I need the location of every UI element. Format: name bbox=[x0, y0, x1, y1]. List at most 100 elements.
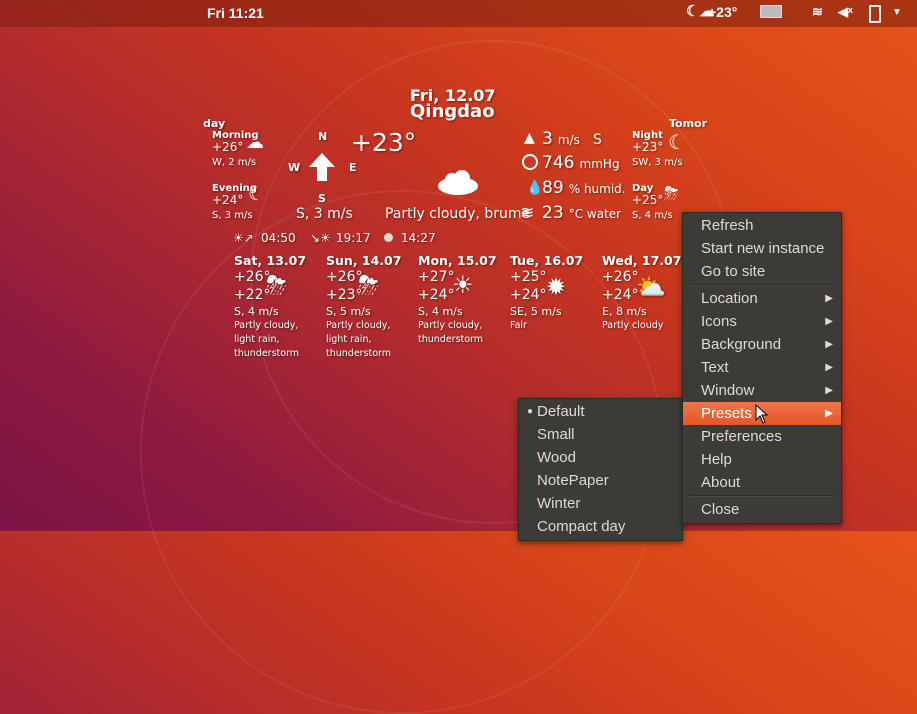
cloud-sun-rain-storm-icon: ⛈ bbox=[266, 271, 287, 301]
today-label: day bbox=[203, 117, 226, 130]
menu-help[interactable]: Help bbox=[683, 448, 841, 471]
submenu-arrow-icon: ▶ bbox=[825, 385, 833, 396]
forecast-cond: thunderstorm bbox=[418, 334, 484, 345]
preset-small[interactable]: Small bbox=[519, 423, 682, 446]
wind-arrow-icon bbox=[309, 153, 335, 185]
wind-dir: S bbox=[593, 132, 602, 148]
water-temp: 23 bbox=[542, 203, 564, 223]
widget-city: Qingdao bbox=[410, 101, 495, 122]
weather-indicator-temp[interactable]: +23° bbox=[708, 4, 737, 20]
moon-cloud-large-icon bbox=[420, 138, 482, 204]
moon-cloud-icon: ☾ bbox=[248, 184, 265, 205]
forecast-wind: S, 5 m/s bbox=[326, 305, 371, 318]
menu-close[interactable]: Close bbox=[683, 498, 841, 521]
compass-w: W bbox=[288, 161, 301, 174]
sun-fog-icon: ☀ bbox=[452, 271, 474, 299]
volume-muted-icon[interactable]: ◀ˣ bbox=[838, 4, 853, 20]
preset-compact-day[interactable]: Compact day bbox=[519, 515, 682, 538]
menu-label: Window bbox=[701, 382, 755, 399]
sunrise-icon: ☀↗ bbox=[233, 231, 254, 245]
menu-icons[interactable]: Icons ▶ bbox=[683, 310, 841, 333]
forecast-cond: Partly cloudy, bbox=[234, 320, 299, 331]
submenu-arrow-icon: ▶ bbox=[825, 316, 833, 327]
day-wind: S, 4 m/s bbox=[632, 210, 673, 221]
humidity: 89 bbox=[542, 178, 564, 198]
menu-label: Preferences bbox=[701, 428, 782, 445]
menu-go-to-site[interactable]: Go to site bbox=[683, 260, 841, 283]
menu-refresh[interactable]: Refresh bbox=[683, 214, 841, 237]
menu-label: About bbox=[701, 474, 741, 491]
menu-location[interactable]: Location ▶ bbox=[683, 287, 841, 310]
menu-label: Start new instance bbox=[701, 240, 825, 257]
preset-wood[interactable]: Wood bbox=[519, 446, 682, 469]
submenu-arrow-icon: ▶ bbox=[825, 408, 833, 419]
humidity-icon: 💧 bbox=[526, 180, 544, 196]
clock[interactable]: Fri 11:21 bbox=[207, 5, 264, 21]
menu-background[interactable]: Background ▶ bbox=[683, 333, 841, 356]
keyboard-icon[interactable] bbox=[760, 5, 782, 18]
menu-label: Location bbox=[701, 290, 758, 307]
pressure-unit: mmHg bbox=[579, 157, 620, 171]
preset-winter[interactable]: Winter bbox=[519, 492, 682, 515]
night-temp: +23° bbox=[632, 140, 664, 154]
clock-icon bbox=[384, 233, 393, 242]
battery-icon[interactable] bbox=[869, 5, 881, 23]
top-panel: Fri 11:21 ☾☁ +23° ≋ ◀ˣ ▼ bbox=[0, 0, 917, 27]
sunrise-time: 04:50 bbox=[261, 231, 296, 245]
preset-label: Default bbox=[537, 403, 585, 420]
evening-wind: S, 3 m/s bbox=[212, 210, 253, 221]
condition-text: Partly cloudy, brume bbox=[385, 206, 531, 222]
menu-preferences[interactable]: Preferences bbox=[683, 425, 841, 448]
forecast-date: Sun, 14.07 bbox=[326, 253, 402, 268]
forecast-cond: Partly cloudy, bbox=[326, 320, 391, 331]
morning-wind: W, 2 m/s bbox=[212, 157, 257, 168]
menu-window[interactable]: Window ▶ bbox=[683, 379, 841, 402]
cloud-sun-rain-storm-icon: ⛈ bbox=[358, 271, 379, 301]
forecast-wind: E, 8 m/s bbox=[602, 305, 647, 318]
preset-label: NotePaper bbox=[537, 472, 609, 489]
forecast-date: Sat, 13.07 bbox=[234, 253, 307, 268]
sun-cloud-icon: ⛅ bbox=[636, 273, 666, 301]
menu-start-new-instance[interactable]: Start new instance bbox=[683, 237, 841, 260]
day-temp: +25° bbox=[632, 193, 664, 207]
forecast-day: Sun, 14.07 +26° +23° S, 5 m/s Partly clo… bbox=[326, 253, 418, 360]
menu-label: Help bbox=[701, 451, 732, 468]
sun-icon: ✹ bbox=[546, 273, 567, 301]
menu-about[interactable]: About bbox=[683, 471, 841, 494]
water-row: 23 °C water bbox=[542, 203, 621, 223]
current-temp: +23° bbox=[351, 128, 417, 157]
preset-label: Winter bbox=[537, 495, 581, 512]
mouse-cursor-icon bbox=[755, 403, 769, 428]
tomorrow-label: Tomor bbox=[669, 117, 708, 130]
menu-label: Background bbox=[701, 336, 782, 353]
forecast-date: Mon, 15.07 bbox=[418, 253, 497, 268]
menu-separator bbox=[689, 284, 835, 286]
submenu-arrow-icon: ▶ bbox=[825, 362, 833, 373]
menu-label: Refresh bbox=[701, 217, 754, 234]
wind-speed-row: 3 m/s S bbox=[542, 129, 602, 149]
humidity-row: 89 % humid. bbox=[542, 178, 626, 198]
pressure-icon bbox=[522, 154, 538, 170]
preset-default[interactable]: ● Default bbox=[519, 400, 682, 423]
forecast-wind: S, 4 m/s bbox=[418, 305, 463, 318]
menu-label: Close bbox=[701, 501, 740, 518]
preset-notepaper[interactable]: NotePaper bbox=[519, 469, 682, 492]
menu-text[interactable]: Text ▶ bbox=[683, 356, 841, 379]
forecast-cond: thunderstorm bbox=[326, 348, 392, 359]
pressure-row: 746 mmHg bbox=[542, 153, 620, 173]
selected-bullet-icon: ● bbox=[527, 406, 534, 417]
forecast-cond: thunderstorm bbox=[234, 348, 300, 359]
pressure: 746 bbox=[542, 153, 575, 173]
wind-summary: S, 3 m/s bbox=[296, 206, 353, 222]
morning-temp: +26° bbox=[212, 140, 244, 154]
sunset-icon: ↘☀ bbox=[310, 231, 331, 245]
forecast-date: Tue, 16.07 bbox=[510, 253, 584, 268]
forecast-day: Sat, 13.07 +26° +22° S, 4 m/s Partly clo… bbox=[234, 253, 326, 360]
wifi-icon[interactable]: ≋ bbox=[812, 4, 823, 20]
menu-label: Go to site bbox=[701, 263, 766, 280]
menu-label: Presets bbox=[701, 405, 752, 422]
sunset-time: 19:17 bbox=[336, 231, 371, 245]
menu-label: Text bbox=[701, 359, 729, 376]
chevron-down-icon[interactable]: ▼ bbox=[892, 7, 902, 18]
cloud-icon: ☁ bbox=[246, 132, 264, 153]
